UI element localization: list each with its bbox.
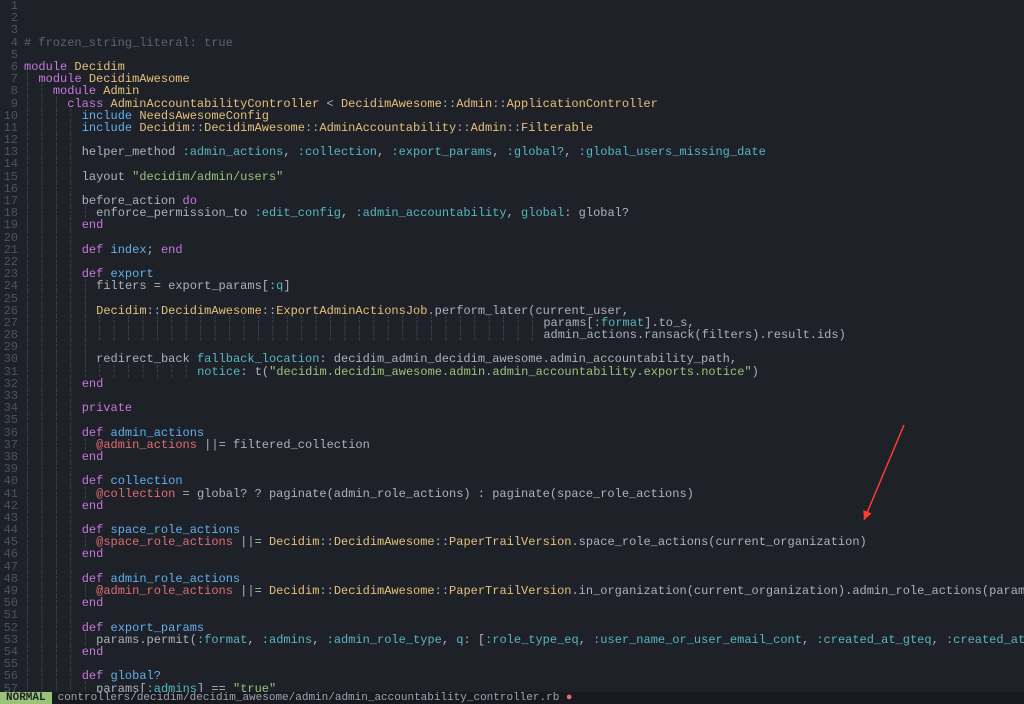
editor-viewport[interactable]: 1234567891011121314151617181920212223242… [0, 0, 1024, 692]
line-number: 56 [0, 670, 18, 682]
code-line[interactable]: ┆ ┆ ┆ ┆ end [24, 548, 1024, 560]
line-number: 14 [0, 158, 18, 170]
code-line[interactable]: ┆ ┆ ┆ ┆ ┆ enforce_permission_to :edit_co… [24, 207, 1024, 219]
code-line[interactable]: ┆ ┆ ┆ ┆ [24, 390, 1024, 402]
line-number: 20 [0, 232, 18, 244]
code-line[interactable]: ┆ ┆ ┆ ┆ end [24, 378, 1024, 390]
code-line[interactable]: ┆ ┆ ┆ ┆ ┆ @collection = global? ? pagina… [24, 488, 1024, 500]
line-number: 3 [0, 24, 18, 36]
code-line[interactable]: ┆ ┆ ┆ ┆ ┆ params[:admins] == "true" [24, 683, 1024, 692]
line-number: 36 [0, 427, 18, 439]
vim-mode-indicator: NORMAL [0, 692, 52, 704]
filepath-indicator: controllers/decidim/decidim_awesome/admi… [52, 692, 579, 704]
line-number: 15 [0, 171, 18, 183]
code-line[interactable]: ┆ ┆ ┆ ┆ include Decidim::DecidimAwesome:… [24, 122, 1024, 134]
code-line[interactable]: ┆ ┆ ┆ ┆ end [24, 597, 1024, 609]
line-number: 51 [0, 609, 18, 621]
code-line[interactable]: ┆ ┆ ┆ ┆ ┆ @admin_actions ||= filtered_co… [24, 439, 1024, 451]
line-number: 19 [0, 219, 18, 231]
line-number: 9 [0, 98, 18, 110]
code-line[interactable]: ┆ ┆ ┆ ┆ end [24, 219, 1024, 231]
code-line[interactable]: ┆ ┆ ┆ ┆ ┆ ┆ ┆ ┆ ┆ ┆ ┆ ┆ ┆ ┆ ┆ ┆ ┆ ┆ ┆ ┆ … [24, 329, 1024, 341]
line-number: 40 [0, 475, 18, 487]
code-line[interactable]: ┆ ┆ ┆ ┆ ┆ @space_role_actions ||= Decidi… [24, 536, 1024, 548]
code-line[interactable]: ┆ ┆ ┆ ┆ ┆ @admin_role_actions ||= Decidi… [24, 585, 1024, 597]
code-line[interactable]: ┆ ┆ ┆ ┆ ┆ ┆ ┆ ┆ ┆ ┆ ┆ ┆ notice: t("decid… [24, 366, 1024, 378]
code-line[interactable]: ┆ ┆ ┆ ┆ layout "decidim/admin/users" [24, 171, 1024, 183]
line-number: 52 [0, 622, 18, 634]
line-number: 25 [0, 293, 18, 305]
code-line[interactable]: # frozen_string_literal: true [24, 37, 1024, 49]
line-number: 30 [0, 353, 18, 365]
code-line[interactable]: ┆ ┆ ┆ ┆ private [24, 402, 1024, 414]
line-number: 57 [0, 683, 18, 693]
code-line[interactable] [24, 49, 1024, 61]
line-number: 41 [0, 488, 18, 500]
code-line[interactable]: ┆ ┆ ┆ ┆ helper_method :admin_actions, :c… [24, 146, 1024, 158]
line-number: 35 [0, 414, 18, 426]
code-line[interactable]: ┆ module DecidimAwesome [24, 73, 1024, 85]
line-number: 31 [0, 366, 18, 378]
code-line[interactable]: ┆ ┆ ┆ ┆ ┆ params.permit(:format, :admins… [24, 634, 1024, 646]
code-line[interactable]: ┆ ┆ ┆ ┆ ┆ filters = export_params[:q] [24, 280, 1024, 292]
code-line[interactable]: ┆ ┆ ┆ ┆ def index; end [24, 244, 1024, 256]
code-line[interactable]: ┆ ┆ ┆ ┆ [24, 658, 1024, 670]
modified-indicator: ● [566, 692, 573, 704]
line-number-gutter: 1234567891011121314151617181920212223242… [0, 0, 24, 692]
code-line[interactable]: ┆ ┆ ┆ ┆ end [24, 646, 1024, 658]
line-number: 46 [0, 548, 18, 560]
line-number: 47 [0, 561, 18, 573]
code-line[interactable]: ┆ ┆ ┆ ┆ end [24, 451, 1024, 463]
line-number: 4 [0, 37, 18, 49]
code-line[interactable]: ┆ ┆ ┆ ┆ [24, 256, 1024, 268]
code-area[interactable]: # frozen_string_literal: truemodule Deci… [24, 0, 1024, 692]
line-number: 8 [0, 85, 18, 97]
code-line[interactable]: ┆ ┆ ┆ ┆ end [24, 500, 1024, 512]
status-bar: NORMAL controllers/decidim/decidim_aweso… [0, 692, 1024, 704]
line-number: 24 [0, 280, 18, 292]
